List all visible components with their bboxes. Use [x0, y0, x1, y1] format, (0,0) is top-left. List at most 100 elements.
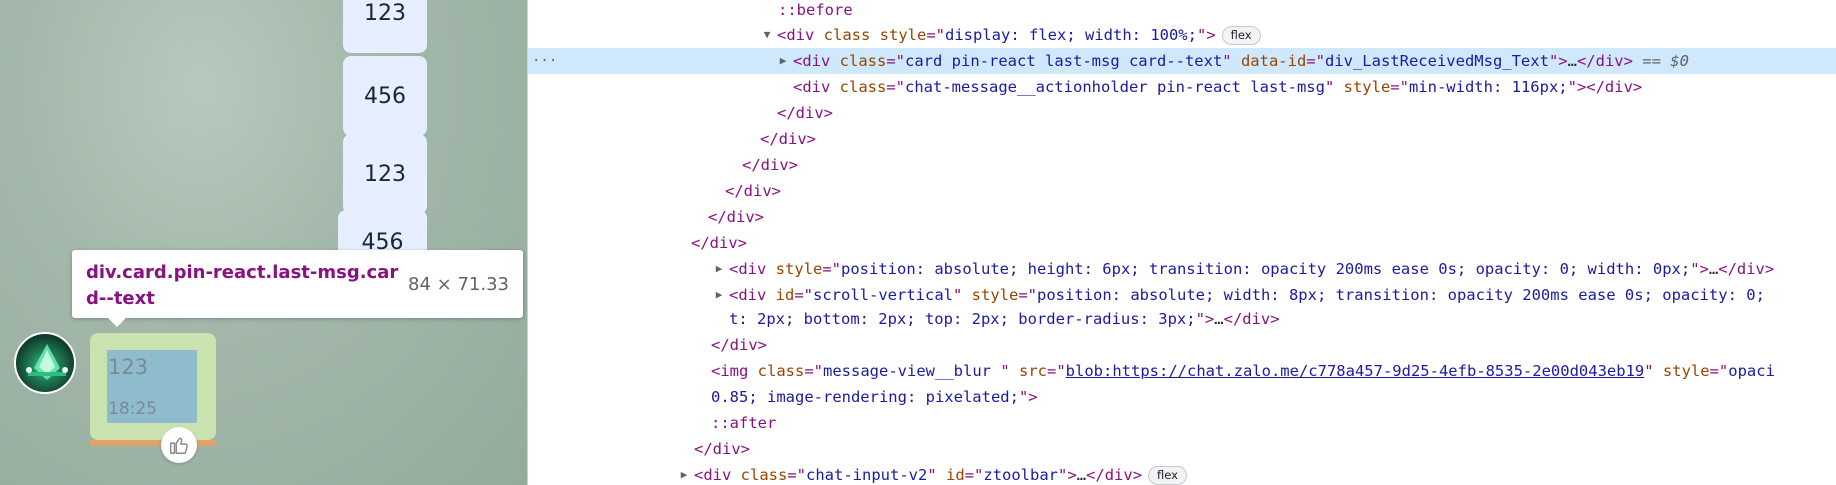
code-token: </div>: [711, 336, 767, 354]
dom-node-line[interactable]: <div class="chat-message__actionholder p…: [528, 74, 1836, 100]
avatar-image-icon: [26, 344, 68, 380]
dom-node-code: </div>: [777, 100, 833, 126]
code-token: ": [1644, 362, 1663, 380]
code-token: =": [1390, 78, 1409, 96]
code-token: =": [1709, 362, 1729, 380]
message-bubble[interactable]: 123: [343, 0, 427, 53]
code-token: =": [1306, 52, 1325, 70]
dom-node-line[interactable]: ::before: [528, 0, 1836, 23]
dom-node-line[interactable]: ▼ <div class style="display: flex; width:…: [528, 22, 1836, 48]
collapse-triangle-icon[interactable]: ▼: [761, 22, 773, 48]
code-token: class: [839, 78, 887, 96]
dom-node-line[interactable]: </div>: [528, 178, 1836, 204]
chat-pane: 123 456 123 456 div.card.pin-react.last-…: [0, 0, 527, 485]
expand-triangle-icon[interactable]: ▶: [678, 462, 690, 485]
code-token: <div: [729, 260, 776, 278]
expand-triangle-icon[interactable]: ▶: [777, 48, 789, 74]
code-token: </div>: [1086, 466, 1143, 484]
dom-node-line[interactable]: ▶ <div id="scroll-vertical" style="positi…: [528, 282, 1836, 308]
code-token: ">: [1018, 388, 1038, 406]
dom-node-line[interactable]: 0.85; image-rendering: pixelated;">: [528, 384, 1836, 410]
code-token: data-id: [1240, 52, 1307, 70]
row-menu-icon[interactable]: ···: [532, 48, 557, 74]
source-link[interactable]: blob:https://chat.zalo.me/c778a457-9d25-…: [1066, 362, 1645, 380]
code-token: <img: [711, 362, 758, 380]
message-bubble[interactable]: 123: [343, 134, 427, 214]
code-token: </div>: [742, 156, 798, 174]
code-token: style: [1343, 78, 1391, 96]
dom-node-code: 0.85; image-rendering: pixelated;">: [711, 384, 1038, 410]
code-token: =": [964, 466, 984, 484]
dom-node-line[interactable]: </div>: [528, 230, 1836, 256]
expand-triangle-icon[interactable]: ▶: [713, 256, 725, 282]
code-token: 0.85; image-rendering: pixelated;: [711, 388, 1019, 406]
code-token: opaci: [1728, 362, 1775, 380]
code-token: </div>: [725, 182, 781, 200]
code-token: ::after: [711, 414, 777, 432]
code-token: id: [946, 466, 965, 484]
code-token: display: flex; width: 100%;: [945, 26, 1197, 44]
dom-node-code: </div>: [711, 332, 767, 358]
code-token: </div>: [1576, 52, 1633, 70]
dom-node-code: ::before: [778, 0, 853, 23]
dom-node-selected[interactable]: ··· ▶ <div class="card pin-react last-msg …: [528, 48, 1836, 74]
avatar[interactable]: [14, 332, 76, 394]
dom-node-code: <div class style="display: flex; width: …: [777, 22, 1261, 48]
code-token: =": [886, 52, 906, 70]
code-token: src: [1019, 362, 1047, 380]
dom-node-code: <div class="chat-input-v2" id="ztoolbar"…: [694, 462, 1187, 485]
code-token: </div>: [708, 208, 764, 226]
tooltip-size: 84 × 71.33: [408, 274, 509, 295]
message-text: 123: [364, 161, 406, 187]
code-token: message-view__blur: [823, 362, 1001, 380]
code-token: ">: [1195, 310, 1215, 328]
dom-node-code: <div class="card pin-react last-msg card…: [793, 48, 1689, 74]
code-token: class: [823, 26, 880, 44]
code-token: <div: [793, 52, 840, 70]
code-token: class: [839, 52, 887, 70]
code-token: </div>: [777, 104, 833, 122]
dom-node-line[interactable]: ▶ <div style="position: absolute; height:…: [528, 256, 1836, 282]
code-token: chat-message__actionholder pin-react las…: [905, 78, 1325, 96]
code-token: <div: [777, 26, 824, 44]
code-token: ": [1324, 78, 1344, 96]
message-text: 123: [108, 355, 149, 379]
code-token: <div: [694, 466, 741, 484]
like-reaction-button[interactable]: [161, 427, 197, 463]
message-text: 456: [364, 83, 406, 109]
code-token: =": [794, 286, 814, 304]
dom-node-line[interactable]: t: 2px; bottom: 2px; top: 2px; border-ra…: [528, 306, 1836, 332]
flex-badge[interactable]: flex: [1148, 466, 1187, 485]
code-token: =": [1018, 286, 1038, 304]
code-token: ": [1000, 362, 1019, 380]
dom-node-line[interactable]: <img class="message-view__blur " src="bl…: [528, 358, 1836, 384]
code-token: …: [1076, 466, 1087, 484]
code-token: id: [775, 286, 795, 304]
code-token: chat-input-v2: [806, 466, 928, 484]
code-token: …: [1567, 52, 1577, 70]
dom-node-code: </div>: [694, 436, 750, 462]
code-token: card pin-react last-msg card--text: [905, 52, 1223, 70]
code-token: style: [1662, 362, 1710, 380]
code-token: =": [886, 78, 906, 96]
dom-node-line[interactable]: </div>: [528, 332, 1836, 358]
message-bubble[interactable]: 456: [343, 56, 427, 136]
dom-node-line[interactable]: </div>: [528, 152, 1836, 178]
code-token: ": [1222, 52, 1241, 70]
dom-node-line[interactable]: </div>: [528, 436, 1836, 462]
selected-message-card[interactable]: 123 18:25: [90, 333, 216, 440]
code-token: position: absolute; width: 8px; transiti…: [1037, 286, 1765, 304]
dom-node-line[interactable]: ▶ <div class="chat-input-v2" id="ztoolbar…: [528, 462, 1836, 485]
expand-triangle-icon[interactable]: ▶: [713, 282, 725, 308]
dom-node-line[interactable]: ::after: [528, 410, 1836, 436]
code-token: ">: [1690, 260, 1709, 278]
code-token: =": [822, 260, 842, 278]
code-token: position: absolute; height: 6px; transit…: [841, 260, 1691, 278]
dom-node-line[interactable]: </div>: [528, 204, 1836, 230]
code-token: ">: [1196, 26, 1216, 44]
code-token: =": [804, 362, 824, 380]
dom-node-code: <div style="position: absolute; height: …: [729, 256, 1774, 282]
dom-node-line[interactable]: </div>: [528, 100, 1836, 126]
flex-badge[interactable]: flex: [1221, 26, 1261, 45]
dom-node-line[interactable]: </div>: [528, 126, 1836, 152]
